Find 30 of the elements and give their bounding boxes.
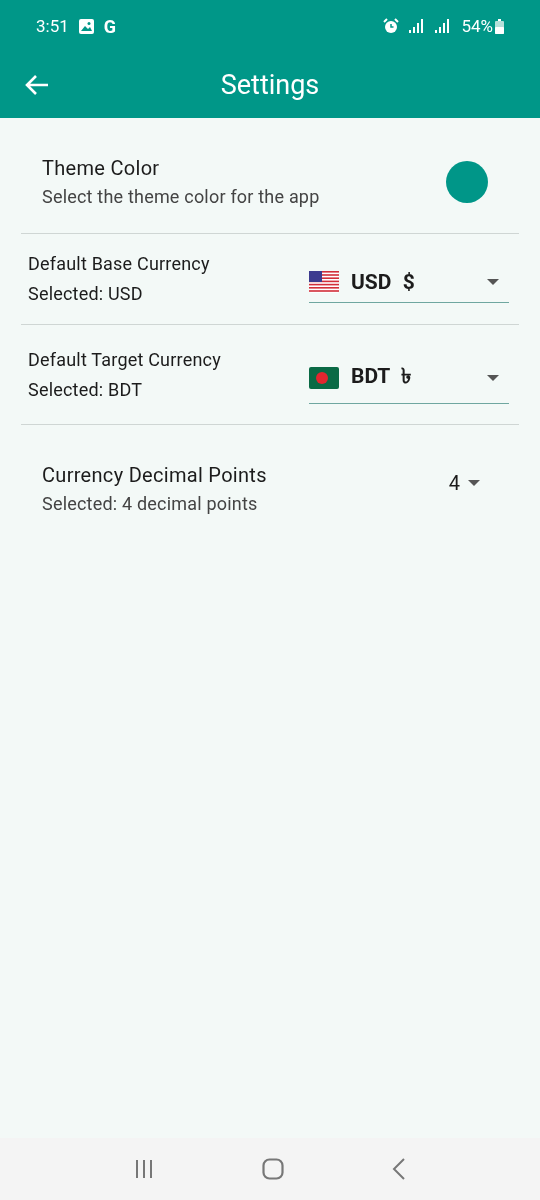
back-icon	[392, 1158, 406, 1180]
back-arrow-icon	[24, 74, 50, 96]
clock-time: 3:51	[36, 16, 69, 36]
flag-icon	[309, 366, 339, 389]
setting-subtitle: Select the theme color for the app	[42, 186, 321, 207]
signal-icon	[409, 19, 426, 33]
setting-title: Default Base Currency	[28, 253, 211, 274]
currency-dropdown[interactable]: BDT ৳	[309, 354, 509, 404]
screen-title: Settings	[220, 69, 320, 101]
decimal-dropdown[interactable]: 4	[448, 470, 480, 495]
image-icon	[78, 18, 94, 34]
caret-icon	[487, 279, 499, 285]
caret-icon	[468, 479, 480, 486]
color-swatch[interactable]	[446, 160, 488, 203]
recent-apps-icon	[134, 1159, 154, 1179]
home-icon	[262, 1158, 284, 1180]
setting-title: Default Target Currency	[28, 348, 222, 370]
google-notification: G	[103, 15, 117, 37]
caret-icon	[487, 374, 499, 381]
setting-subtitle: Selected: 4 decimal points	[42, 493, 259, 514]
signal-icon	[435, 19, 452, 33]
setting-subtitle: Selected: BDT	[28, 378, 144, 400]
setting-subtitle: Selected: USD	[28, 283, 144, 304]
currency-dropdown[interactable]: USD $	[309, 264, 509, 303]
alarm-icon	[383, 18, 400, 34]
flag-icon	[309, 271, 339, 293]
battery-percent: 54%	[461, 16, 493, 36]
setting-title: Currency Decimal Points	[42, 463, 268, 487]
setting-title: Theme Color	[42, 156, 161, 180]
battery-icon	[495, 18, 504, 34]
